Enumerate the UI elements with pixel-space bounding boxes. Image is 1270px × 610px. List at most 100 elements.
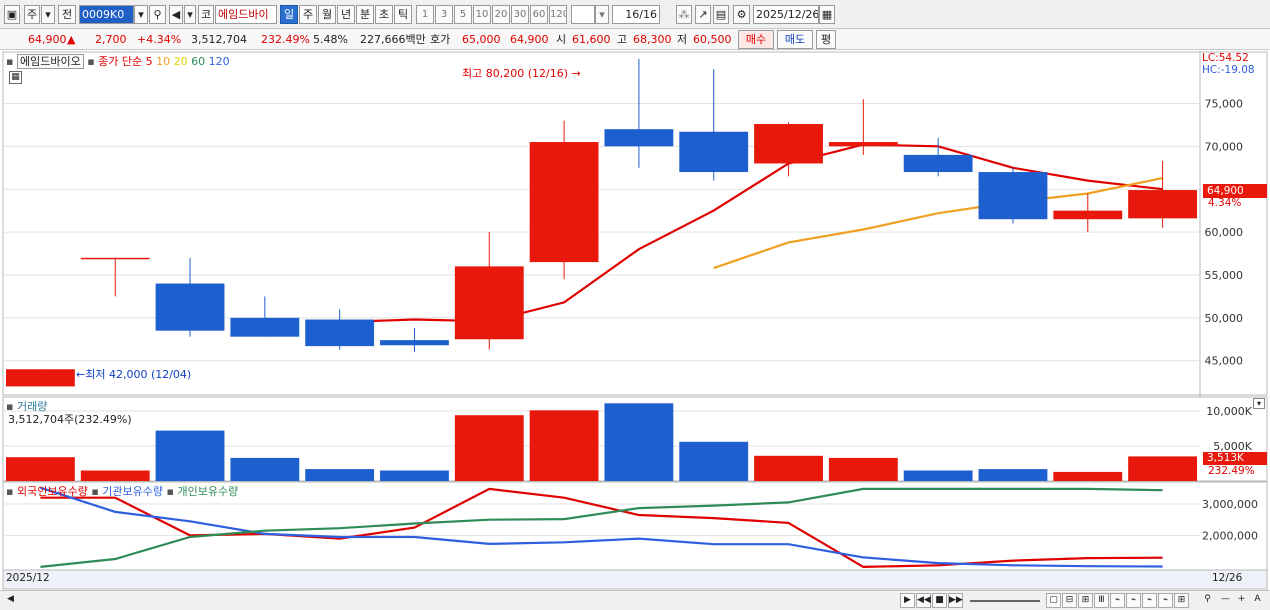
text-size-icon[interactable]: A bbox=[1250, 593, 1265, 608]
average-button[interactable]: 평 bbox=[816, 30, 836, 49]
interval-button-3[interactable]: 10 bbox=[473, 5, 491, 24]
period-tab-1[interactable]: 주 bbox=[299, 5, 317, 24]
period-tab-5[interactable]: 초 bbox=[375, 5, 393, 24]
high-price: 68,300 bbox=[633, 33, 672, 46]
bar-count-field[interactable]: 16/16 bbox=[612, 5, 660, 24]
split-icon[interactable]: ⊟ bbox=[1062, 593, 1077, 608]
volume-bar bbox=[679, 441, 749, 481]
fast-forward-icon[interactable]: ▶▶ bbox=[948, 593, 963, 608]
low-note-text: 최저 42,000 (12/04) bbox=[85, 368, 192, 381]
legend-bullet: ▪ bbox=[91, 485, 99, 498]
arrow-left-icon: ← bbox=[76, 368, 86, 381]
period-tab-6[interactable]: 틱 bbox=[394, 5, 412, 24]
interval-button-0[interactable]: 1 bbox=[416, 5, 434, 24]
zoom-in-icon[interactable]: + bbox=[1234, 593, 1249, 608]
zoom-fit-icon[interactable]: ▢ bbox=[1046, 593, 1061, 608]
volume-bar bbox=[155, 430, 225, 481]
current-price: 64,900 bbox=[28, 33, 67, 46]
date-axis-left: 2025/12 bbox=[6, 572, 50, 584]
tool-icon-1[interactable]: ⌁ bbox=[1110, 593, 1125, 608]
period-tab-0[interactable]: 일 bbox=[280, 5, 298, 24]
volume-ratio: 232.49% bbox=[261, 33, 310, 46]
open-label: 시 bbox=[556, 33, 567, 46]
interval-custom-input[interactable] bbox=[571, 5, 595, 24]
candle-body bbox=[305, 319, 375, 347]
volume-tick-label: 10,000K bbox=[1206, 405, 1252, 418]
date-axis-right: 12/26 bbox=[1212, 572, 1243, 584]
tool-icon-2[interactable]: ⌁ bbox=[1126, 593, 1141, 608]
chevron-down-icon[interactable]: ▾ bbox=[41, 5, 55, 24]
hc-value: HC:-19.08 bbox=[1202, 64, 1255, 76]
tool-icon-4[interactable]: ⌁ bbox=[1158, 593, 1173, 608]
play-icon[interactable]: ▶ bbox=[900, 593, 915, 608]
stock-code-input[interactable]: 0009K0 bbox=[79, 5, 134, 24]
holder-tick-label: 2,000,000 bbox=[1202, 529, 1258, 542]
code-dropdown-icon[interactable]: ▾ bbox=[134, 5, 148, 24]
zoom-out-icon[interactable]: — bbox=[1218, 593, 1233, 608]
stock-name-label[interactable]: 에임드바이오 bbox=[16, 54, 84, 69]
pane-menu-icon[interactable]: ▾ bbox=[1253, 398, 1265, 409]
scroll-left-icon[interactable]: ◀ bbox=[3, 593, 18, 608]
ask-price: 64,900 bbox=[510, 33, 549, 46]
volume-bar bbox=[529, 410, 599, 481]
quote-bar: 64,900 ▲ 2,700 +4.34% 3,512,704 232.49% … bbox=[0, 29, 1270, 50]
layout-icon[interactable]: ⊞ bbox=[1078, 593, 1093, 608]
period-prefix-button[interactable]: 주 bbox=[24, 5, 40, 24]
interval-button-7[interactable]: 120 bbox=[549, 5, 567, 24]
save-icon[interactable]: ▤ bbox=[713, 5, 729, 24]
candle-body bbox=[454, 266, 524, 340]
lc-value: LC:54.52 bbox=[1202, 52, 1249, 64]
period-tab-3[interactable]: 년 bbox=[337, 5, 355, 24]
candle-body bbox=[903, 154, 973, 173]
link-icon[interactable]: ⁂ bbox=[676, 5, 692, 24]
sell-button[interactable]: 매도 bbox=[777, 30, 813, 49]
tool-icon-5[interactable]: ⊞ bbox=[1174, 593, 1189, 608]
stop-icon[interactable]: ■ bbox=[932, 593, 947, 608]
gear-icon[interactable]: ⚙ bbox=[733, 5, 750, 24]
candle-body bbox=[679, 131, 749, 173]
date-axis bbox=[2, 569, 1268, 590]
interval-button-6[interactable]: 60 bbox=[530, 5, 548, 24]
volume-bar bbox=[754, 455, 823, 481]
indicator-icon[interactable]: Ⅲ bbox=[1094, 593, 1109, 608]
bid-price: 65,000 bbox=[462, 33, 501, 46]
tool-icon-3[interactable]: ⌁ bbox=[1142, 593, 1157, 608]
turnover-rate: 5.48% bbox=[313, 33, 348, 46]
interval-button-1[interactable]: 3 bbox=[435, 5, 453, 24]
candle-body bbox=[155, 283, 225, 331]
buy-button[interactable]: 매수 bbox=[738, 30, 774, 49]
grid-toggle-icon[interactable]: ▦ bbox=[9, 71, 22, 84]
calendar-icon[interactable]: ▦ bbox=[819, 5, 835, 24]
stock-name-field[interactable]: 에임드바이 bbox=[215, 5, 277, 24]
search-icon[interactable]: ⚲ bbox=[149, 5, 166, 24]
zoom-icon[interactable]: ⚲ bbox=[1200, 593, 1215, 608]
window-icon[interactable]: ▣ bbox=[4, 5, 20, 24]
speaker-dropdown-icon[interactable]: ▾ bbox=[184, 5, 196, 24]
period-tab-2[interactable]: 월 bbox=[318, 5, 336, 24]
price-tick-label: 60,000 bbox=[1205, 226, 1244, 239]
interval-button-4[interactable]: 20 bbox=[492, 5, 510, 24]
zoom-slider-track[interactable] bbox=[970, 600, 1040, 602]
interval-dropdown-icon[interactable]: ▾ bbox=[595, 5, 609, 24]
period-tab-4[interactable]: 분 bbox=[356, 5, 374, 24]
market-prefix-button[interactable]: 코 bbox=[198, 5, 214, 24]
candle-body bbox=[754, 124, 823, 164]
speaker-icon[interactable]: ◀ bbox=[169, 5, 183, 24]
low-price: 60,500 bbox=[693, 33, 732, 46]
ma-period-5: 5 bbox=[145, 55, 153, 68]
volume-bar bbox=[5, 457, 75, 481]
volume-bar bbox=[1128, 456, 1198, 481]
ma-period-20: 20 bbox=[173, 55, 188, 68]
legend-bullet: ▪ bbox=[6, 485, 14, 498]
draw-tool-icon[interactable]: ↗ bbox=[695, 5, 711, 24]
stock-chart[interactable]: 75,00070,00065,00060,00055,00050,00045,0… bbox=[0, 51, 1270, 590]
rewind-icon[interactable]: ◀◀ bbox=[916, 593, 931, 608]
bar-count-total: /16 bbox=[639, 8, 657, 21]
volume-bar bbox=[380, 470, 449, 481]
date-input[interactable]: 2025/12/26 bbox=[753, 5, 819, 24]
interval-button-5[interactable]: 30 bbox=[511, 5, 529, 24]
low-note: ←최저 42,000 (12/04) bbox=[76, 366, 191, 382]
interval-button-2[interactable]: 5 bbox=[454, 5, 472, 24]
candle-body bbox=[1128, 190, 1198, 219]
prev-button[interactable]: 전 bbox=[58, 5, 76, 24]
